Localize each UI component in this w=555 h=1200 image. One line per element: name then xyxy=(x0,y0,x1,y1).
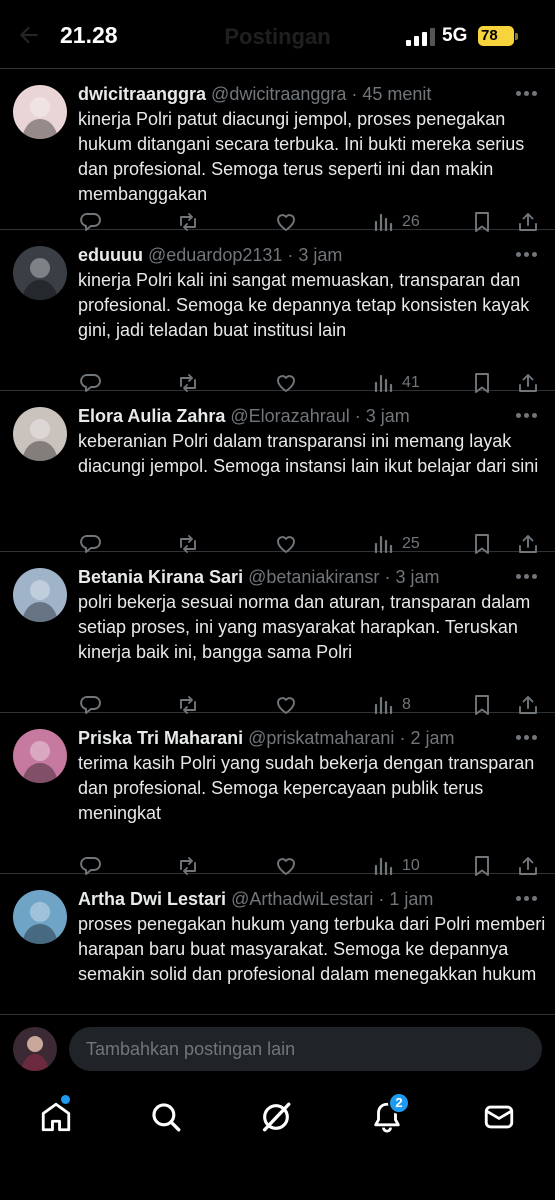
author-name[interactable]: dwicitraanggra xyxy=(78,84,206,104)
author-handle[interactable]: @priskatmaharani xyxy=(248,728,394,748)
author-name[interactable]: eduuuu xyxy=(78,245,143,265)
separator-dot: · xyxy=(394,728,411,748)
post-time: 3 jam xyxy=(298,245,343,265)
views-count: 10 xyxy=(402,857,420,874)
views-count: 26 xyxy=(402,213,420,230)
reply-input[interactable]: Tambahkan postingan lain xyxy=(69,1027,542,1071)
home-icon xyxy=(41,1102,71,1132)
cellular-signal-icon xyxy=(406,28,435,46)
grok-tab[interactable] xyxy=(259,1100,293,1134)
more-options-icon[interactable] xyxy=(516,896,538,902)
post-header: Priska Tri Maharani @priskatmaharani · 2… xyxy=(78,727,505,749)
post[interactable]: eduuuu @eduardop2131 · 3 jam kinerja Pol… xyxy=(0,230,555,393)
search-tab[interactable] xyxy=(149,1100,183,1134)
replies-feed: dwicitraanggra @dwicitraanggra · 45 meni… xyxy=(0,69,555,1014)
avatar[interactable] xyxy=(13,85,67,139)
grok-icon xyxy=(262,1102,291,1132)
post-text: keberanian Polri dalam transparansi ini … xyxy=(78,431,539,476)
post-header: dwicitraanggra @dwicitraanggra · 45 meni… xyxy=(78,83,505,105)
author-name[interactable]: Betania Kirana Sari xyxy=(78,567,243,587)
separator-dot: · xyxy=(282,245,299,265)
author-handle[interactable]: @dwicitraanggra xyxy=(211,84,346,104)
post[interactable]: Elora Aulia Zahra @Elorazahraul · 3 jam … xyxy=(0,391,555,554)
more-options-icon[interactable] xyxy=(516,91,538,97)
search-icon xyxy=(152,1103,181,1132)
mail-icon xyxy=(484,1105,514,1129)
network-type: 5G xyxy=(442,25,468,46)
post-text: kinerja Polri kali ini sangat memuaskan,… xyxy=(78,270,530,340)
author-handle[interactable]: @betaniakiransr xyxy=(248,567,379,587)
separator-dot: · xyxy=(346,84,363,104)
author-handle[interactable]: @ArthadwiLestari xyxy=(231,889,373,909)
avatar[interactable] xyxy=(13,890,67,944)
new-content-dot xyxy=(61,1095,70,1104)
notifications-badge: 2 xyxy=(388,1092,410,1114)
notifications-tab[interactable]: 2 xyxy=(370,1092,410,1134)
post-time: 3 jam xyxy=(365,406,410,426)
post-header: Elora Aulia Zahra @Elorazahraul · 3 jam xyxy=(78,405,505,427)
author-name[interactable]: Artha Dwi Lestari xyxy=(78,889,226,909)
avatar[interactable] xyxy=(13,407,67,461)
views-count: 25 xyxy=(402,535,420,552)
more-options-icon[interactable] xyxy=(516,413,538,419)
author-handle[interactable]: @Elorazahraul xyxy=(230,406,349,426)
avatar[interactable] xyxy=(13,568,67,622)
messages-tab[interactable] xyxy=(482,1100,516,1134)
post-time: 1 jam xyxy=(389,889,434,909)
home-tab[interactable] xyxy=(39,1095,73,1134)
post-header: eduuuu @eduardop2131 · 3 jam xyxy=(78,244,505,266)
views-count: 41 xyxy=(402,374,420,391)
avatar[interactable] xyxy=(13,1027,57,1071)
post[interactable]: dwicitraanggra @dwicitraanggra · 45 meni… xyxy=(0,69,555,232)
post-header: Betania Kirana Sari @betaniakiransr · 3 … xyxy=(78,566,505,588)
more-options-icon[interactable] xyxy=(516,574,538,580)
battery-indicator: 78 xyxy=(478,26,518,46)
bottom-navigation: 2 xyxy=(0,1084,555,1200)
post-time: 45 menit xyxy=(362,84,432,104)
views-count: 8 xyxy=(402,696,411,713)
author-name[interactable]: Priska Tri Maharani xyxy=(78,728,243,748)
more-options-icon[interactable] xyxy=(516,735,538,741)
separator-dot: · xyxy=(373,889,390,909)
post[interactable]: Betania Kirana Sari @betaniakiransr · 3 … xyxy=(0,552,555,715)
avatar[interactable] xyxy=(13,246,67,300)
post-time: 2 jam xyxy=(410,728,455,748)
post-text: terima kasih Polri yang sudah bekerja de… xyxy=(78,753,535,823)
separator-dot: · xyxy=(379,567,396,587)
post-header: Artha Dwi Lestari @ArthadwiLestari · 1 j… xyxy=(78,888,505,910)
page-title: Postingan xyxy=(224,24,331,49)
post[interactable]: Priska Tri Maharani @priskatmaharani · 2… xyxy=(0,713,555,876)
post-time: 3 jam xyxy=(395,567,440,587)
separator-dot: · xyxy=(349,406,366,426)
post-text: proses penegakan hukum yang terbuka dari… xyxy=(78,914,546,984)
post-text: kinerja Polri patut diacungi jempol, pro… xyxy=(78,109,525,204)
status-bar: 21.28 Postingan 5G 78 xyxy=(0,0,555,68)
post-text: polri bekerja sesuai norma dan aturan, t… xyxy=(78,592,531,662)
author-name[interactable]: Elora Aulia Zahra xyxy=(78,406,225,426)
author-handle[interactable]: @eduardop2131 xyxy=(148,245,282,265)
reply-composer-bar: Tambahkan postingan lain xyxy=(0,1014,555,1084)
post[interactable]: Artha Dwi Lestari @ArthadwiLestari · 1 j… xyxy=(0,874,555,1014)
more-options-icon[interactable] xyxy=(516,252,538,258)
avatar[interactable] xyxy=(13,729,67,783)
